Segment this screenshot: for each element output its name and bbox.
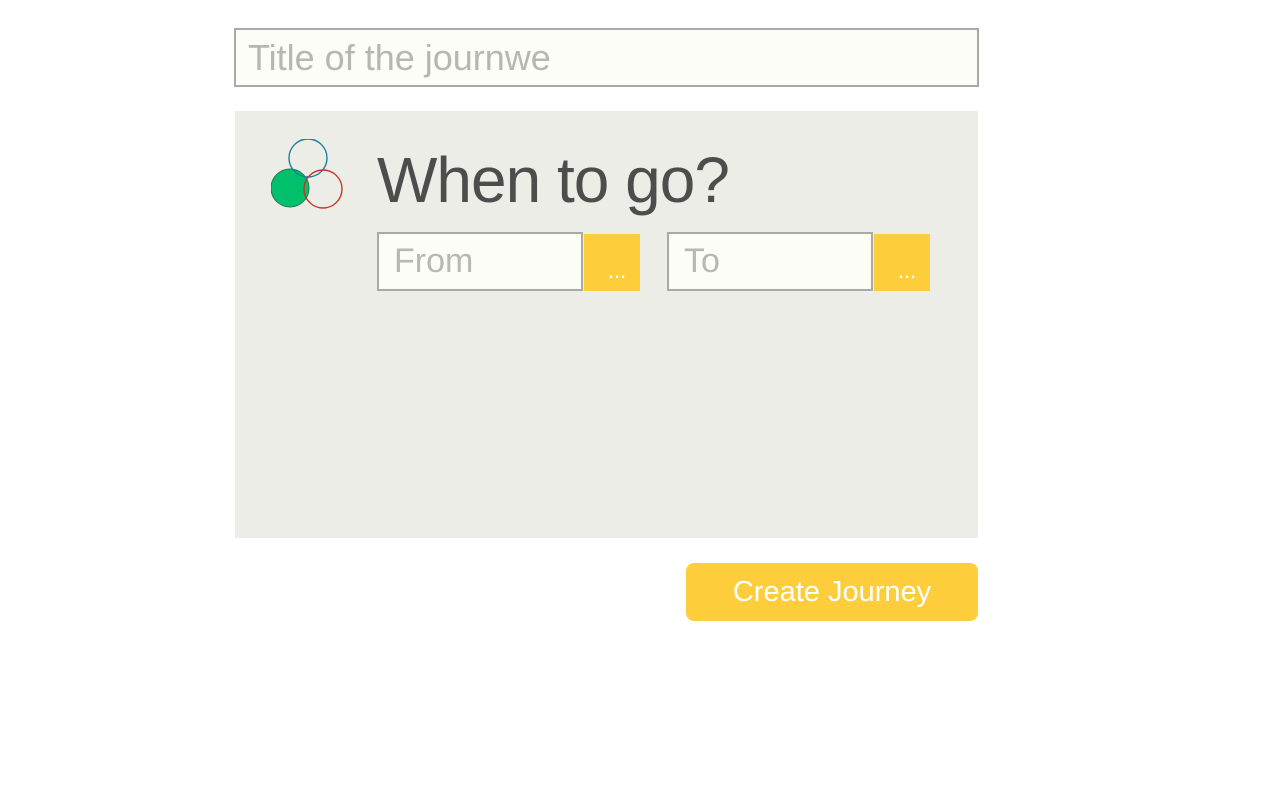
from-date-input[interactable]: [377, 232, 583, 291]
when-to-go-panel: When to go? ... ...: [235, 111, 978, 538]
logo-green-circle: [271, 168, 310, 208]
from-date-picker-button[interactable]: ...: [584, 234, 640, 291]
to-date-picker-button[interactable]: ...: [874, 234, 930, 291]
create-journey-page: When to go? ... ... Create Journey: [0, 0, 1280, 800]
logo-red-circle: [303, 169, 343, 209]
to-date-input[interactable]: [667, 232, 873, 291]
three-circles-logo-icon: [271, 139, 343, 209]
when-to-go-heading: When to go?: [377, 144, 730, 216]
create-journey-button[interactable]: Create Journey: [686, 563, 978, 621]
journey-title-input[interactable]: [234, 28, 979, 87]
logo-blue-circle: [288, 139, 328, 178]
